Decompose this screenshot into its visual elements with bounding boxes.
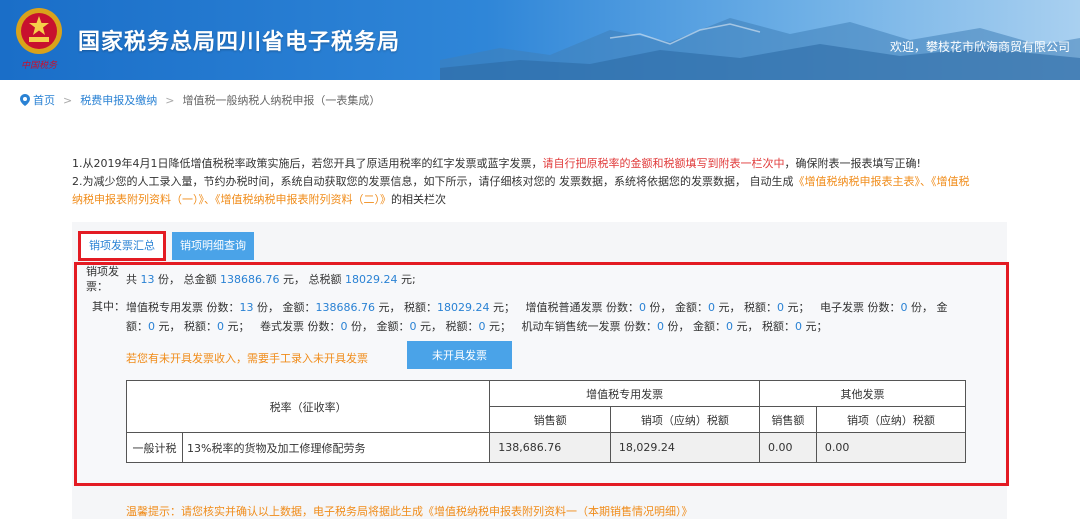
special-sales-header: 销售额 <box>489 406 611 433</box>
unissued-invoice-hint: 若您有未开具发票收入，需要手工录入未开具发票 <box>126 352 368 365</box>
welcome-text: 欢迎，攀枝花市欣海商贸有限公司 <box>889 40 1070 54</box>
attachment-1-summary-link[interactable]: 《增值税纳税申报表附列资料一（本期销售情况明细）》 <box>423 505 693 518</box>
normal-invoice-entry: 增值税普通发票 份数：0 份， 金额：0 元， 税额：0 元； <box>525 301 810 314</box>
summary-count: 13 <box>140 273 155 286</box>
rate-column-header: 税率（征收率） <box>125 380 491 433</box>
tab-output-detail-query[interactable]: 销项明细查询 <box>172 232 254 260</box>
other-sales-header: 销售额 <box>758 406 817 433</box>
site-title: 国家税务总局四川省电子税务局 <box>78 30 401 55</box>
vehicle-invoice-entry: 机动车销售统一发票 份数：0 份， 金额：0 元， 税额：0 元； <box>521 320 828 333</box>
special-sales-cell[interactable]: 138,686.76 <box>489 432 611 463</box>
other-tax-cell[interactable]: 0.00 <box>815 432 967 463</box>
summary-tax: 18029.24 <box>345 273 398 286</box>
roll-invoice-entry: 卷式发票 份数：0 份， 金额：0 元， 税额：0 元； <box>260 320 511 333</box>
tab-output-invoice-summary[interactable]: 销项发票汇总 <box>78 231 166 261</box>
tax-emblem-icon <box>16 8 62 54</box>
special-invoice-header: 增值税专用发票 <box>489 380 760 407</box>
unissued-invoice-button[interactable]: 未开具发票 <box>407 341 512 369</box>
location-pin-icon <box>20 94 30 106</box>
special-tax-header: 销项（应纳）税额 <box>609 406 760 433</box>
summary-label: 销项发票： <box>86 265 119 293</box>
breadcrumb-separator: > <box>165 93 175 107</box>
detail-label: 其中： <box>92 300 125 313</box>
site-header: 中国税务 国家税务总局四川省电子税务局 欢迎，攀枝花市欣海商贸有限公司 <box>0 0 1080 80</box>
invoice-tabs: 销项发票汇总 销项明细查询 <box>78 231 254 261</box>
breadcrumb-current: 增值税一般纳税人纳税申报（一表集成） <box>182 94 381 107</box>
table-row: 一般计税 13%税率的货物及加工修理修配劳务 138,686.76 18,029… <box>126 432 967 463</box>
tax-category-cell: 一般计税 <box>126 432 183 463</box>
notice-line-1: 1.从2019年4月1日降低增值税税率政策实施后，若您开具了原适用税率的红字发票… <box>72 157 921 170</box>
notice-warning-text: 请自行把原税率的金额和税额填写到附表一栏次中 <box>542 157 785 170</box>
other-sales-cell[interactable]: 0.00 <box>758 432 817 463</box>
emblem-caption: 中国税务 <box>20 61 57 71</box>
summary-totals: 共 13 份， 总金额 138686.76 元， 总税额 18029.24 元; <box>126 273 416 286</box>
special-invoice-entry: 增值税专用发票 份数：13 份， 金额：138686.76 元， 税额：1802… <box>126 301 515 314</box>
special-tax-cell[interactable]: 18,029.24 <box>609 432 760 463</box>
notice-line-2: 2.为减少您的人工录入量，节约办税时间，系统自动获取您的发票信息，如下所示，请仔… <box>72 175 970 206</box>
tax-rate-table: 税率（征收率） 增值税专用发票 其他发票 销售额 销项（应纳）税额 销售额 销项… <box>125 380 967 463</box>
other-tax-header: 销项（应纳）税额 <box>815 406 967 433</box>
footer-hint: 温馨提示：请您核实并确认以上数据，电子税务局将据此生成《增值税纳税申报表附列资料… <box>126 505 693 518</box>
breadcrumb-separator: > <box>63 93 73 107</box>
breadcrumb: 首页 > 税费申报及缴纳 > 增值税一般纳税人纳税申报（一表集成） <box>20 92 380 108</box>
invoice-breakdown: 增值税专用发票 份数：13 份， 金额：138686.76 元， 税额：1802… <box>126 298 956 336</box>
other-invoice-header: 其他发票 <box>758 380 967 407</box>
rate-description-cell: 13%税率的货物及加工修理修配劳务 <box>181 432 491 463</box>
breadcrumb-home-link[interactable]: 首页 <box>33 92 55 108</box>
attachment-2-link[interactable]: 《增值税纳税申报表附列资料（二）》 <box>215 193 391 206</box>
breadcrumb-tax-declaration-link[interactable]: 税费申报及缴纳 <box>80 92 157 108</box>
main-form-link[interactable]: 《增值税纳税申报表主表》、 <box>793 175 931 188</box>
notice-text: 1.从2019年4月1日降低增值税税率政策实施后，若您开具了原适用税率的红字发票… <box>72 155 972 209</box>
summary-amount: 138686.76 <box>220 273 280 286</box>
